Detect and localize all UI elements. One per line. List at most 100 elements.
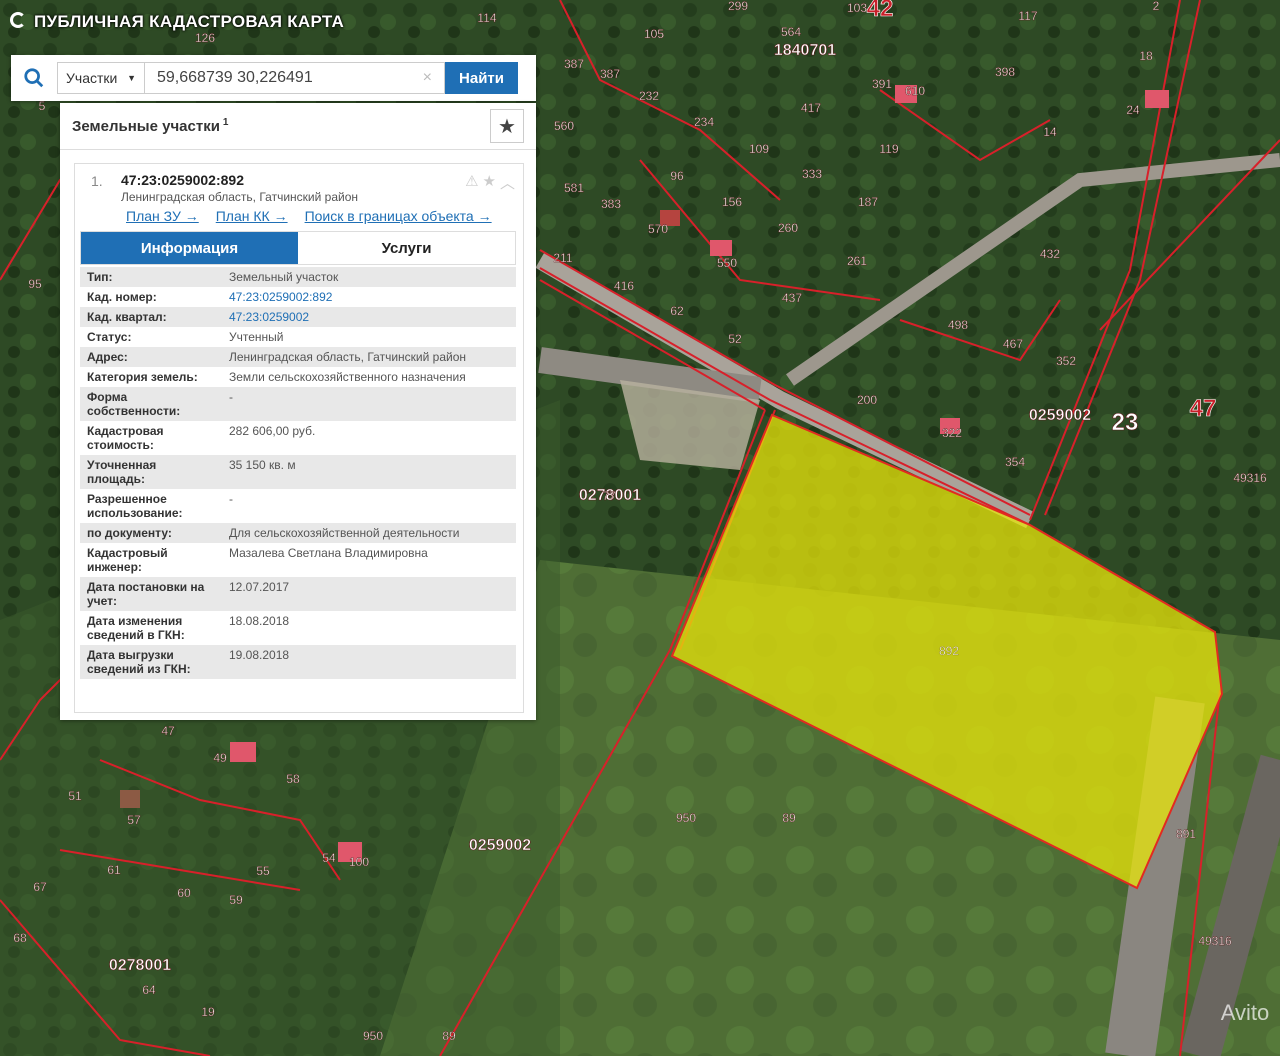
parcel-number-label: 391 — [872, 77, 892, 91]
parcel-number-label: 416 — [614, 279, 634, 293]
info-value[interactable]: 47:23:0259002:892 — [222, 287, 516, 307]
result-count: 1 — [222, 117, 229, 128]
info-value: 19.08.2018 — [229, 648, 290, 662]
chevron-down-icon: ▼ — [127, 73, 136, 83]
info-row: Категория земель: Земли сельскохозяйствен… — [80, 367, 516, 387]
info-row: по документу: Для сельскохозяйственной де… — [80, 523, 516, 543]
parcel-number-label: 49316 — [1198, 934, 1232, 948]
parcel-number-label: 352 — [1056, 354, 1076, 368]
clear-icon[interactable]: × — [423, 69, 432, 87]
info-row: Тип: Земельный участок — [80, 267, 516, 287]
parcel-number-label: 89 — [442, 1029, 456, 1043]
parcel-number-label: 68 — [13, 931, 27, 945]
parcel-number-label: 417 — [801, 101, 821, 115]
info-row: Кад. номер: 47:23:0259002:892 — [80, 287, 516, 307]
info-value: Для сельскохозяйственной деятельности — [229, 526, 460, 540]
parcel-number-label: 126 — [195, 31, 215, 45]
info-row: Статус: Учтенный — [80, 327, 516, 347]
parcel-number-label: 95 — [28, 277, 42, 291]
info-label: Дата выгрузки сведений из ГКН: — [87, 648, 191, 676]
info-value[interactable]: 47:23:0259002 — [222, 307, 516, 327]
parcel-number-label: 105 — [644, 27, 664, 41]
chevron-up-icon[interactable]: ︿ — [500, 172, 515, 193]
parcel-number-label: 54 — [322, 851, 336, 865]
info-row: Кад. квартал: 47:23:0259002 — [80, 307, 516, 327]
parcel-number-label: 96 — [670, 169, 684, 183]
star-icon: ★ — [498, 115, 516, 138]
parcel-number-label: 114 — [477, 11, 496, 25]
result-number: 1. — [91, 173, 103, 189]
parcel-number-label: 100 — [349, 855, 369, 869]
info-label: Кад. номер: — [87, 290, 157, 304]
favorite-button[interactable]: ★ — [490, 109, 524, 143]
parcel-number-label: 0259002 — [469, 837, 531, 854]
result-header: 1. 47:23:0259002:892 Ленинградская облас… — [75, 164, 523, 228]
plan-kk-link[interactable]: План КК → — [216, 208, 288, 224]
parcel-number-label: 55 — [256, 864, 270, 878]
parcel-number-label: 51 — [68, 789, 82, 803]
parcel-number-label: 42 — [867, 0, 894, 22]
star-icon[interactable]: ★ — [483, 172, 496, 193]
info-value: Мазалева Светлана Владимировна — [229, 546, 428, 560]
app-title: ПУБЛИЧНАЯ КАДАСТРОВАЯ КАРТА — [34, 12, 345, 31]
parcel-number-label: 57 — [127, 813, 141, 827]
search-input[interactable]: 59,668739 30,226491 × — [145, 62, 445, 94]
parcel-number-label: 24 — [1126, 103, 1140, 117]
info-label: Адрес: — [87, 350, 128, 364]
parcel-number-label: 570 — [648, 222, 668, 236]
info-value: 18.08.2018 — [229, 614, 290, 628]
parcel-number-label: 564 — [781, 25, 801, 39]
info-value: Земельный участок — [229, 270, 339, 284]
tab-info[interactable]: Информация — [81, 232, 298, 264]
info-label: Дата постановки на учет: — [87, 580, 205, 608]
parcel-number-label: 260 — [778, 221, 798, 235]
panel-title: Земельные участки 1 — [72, 117, 229, 135]
avito-watermark: Avito — [1221, 1000, 1270, 1025]
info-row: Дата выгрузки сведений из ГКН: 19.08.2018 — [80, 645, 516, 679]
parcel-number-label: 52 — [728, 332, 742, 346]
parcel-number-label: 47 — [161, 724, 175, 738]
info-value: Учтенный — [229, 330, 284, 344]
parcel-number-label: 261 — [847, 254, 867, 268]
parcel-number-label: 950 — [676, 811, 696, 825]
parcel-number-label: 333 — [802, 167, 822, 181]
info-row: Кадастровый инженер: Мазалева Светлана Вл… — [80, 543, 516, 577]
parcel-number-label: 117 — [1018, 9, 1037, 23]
info-label: Тип: — [87, 270, 113, 284]
parcel-number-label: 560 — [554, 119, 574, 133]
parcel-number-label: 950 — [363, 1029, 383, 1043]
info-label: Кад. квартал: — [87, 310, 167, 324]
parcel-number-label: 498 — [948, 318, 968, 332]
parcel-number-label: 383 — [601, 197, 621, 211]
parcel-number-label: 47 — [1190, 395, 1217, 422]
parcel-number-label: 49316 — [1233, 471, 1267, 485]
info-row: Дата постановки на учет: 12.07.2017 — [80, 577, 516, 611]
search-icon[interactable] — [11, 55, 57, 101]
app-title-bar: ПУБЛИЧНАЯ КАДАСТРОВАЯ КАРТА — [10, 12, 344, 32]
parcel-number-label: 59 — [229, 893, 243, 907]
parcel-number-label: 387 — [564, 57, 584, 71]
search-type-select[interactable]: Участки ▼ — [57, 62, 145, 94]
result-id[interactable]: 47:23:0259002:892 — [121, 172, 244, 188]
parcel-number-label: 77 — [602, 489, 616, 503]
search-within-link[interactable]: Поиск в границах объекта → — [305, 208, 492, 224]
info-value: - — [229, 390, 233, 404]
result-address: Ленинградская область, Гатчинский район — [121, 190, 359, 204]
find-button[interactable]: Найти — [445, 62, 518, 94]
result-actions: ⚠ ★ ︿ — [465, 172, 515, 193]
tab-services[interactable]: Услуги — [298, 232, 515, 264]
search-type-label: Участки — [66, 70, 118, 86]
parcel-number-label: 187 — [858, 195, 878, 209]
results-panel: Земельные участки 1 ★ 1. 47:23:0259002:89… — [60, 103, 536, 720]
info-value: - — [229, 492, 233, 506]
parcel-number-label: 398 — [995, 65, 1015, 79]
parcel-number-label: 211 — [553, 251, 572, 265]
plan-zu-link[interactable]: План ЗУ → — [126, 208, 199, 224]
parcel-number-label: 14 — [1043, 125, 1057, 139]
info-label: Кадастровая стоимость: — [87, 424, 164, 452]
parcel-number-label: 61 — [107, 863, 121, 877]
info-label: Категория земель: — [87, 370, 198, 384]
parcel-number-label: 0278001 — [109, 957, 171, 974]
parcel-number-label: 58 — [286, 772, 300, 786]
warning-icon[interactable]: ⚠ — [465, 172, 478, 193]
